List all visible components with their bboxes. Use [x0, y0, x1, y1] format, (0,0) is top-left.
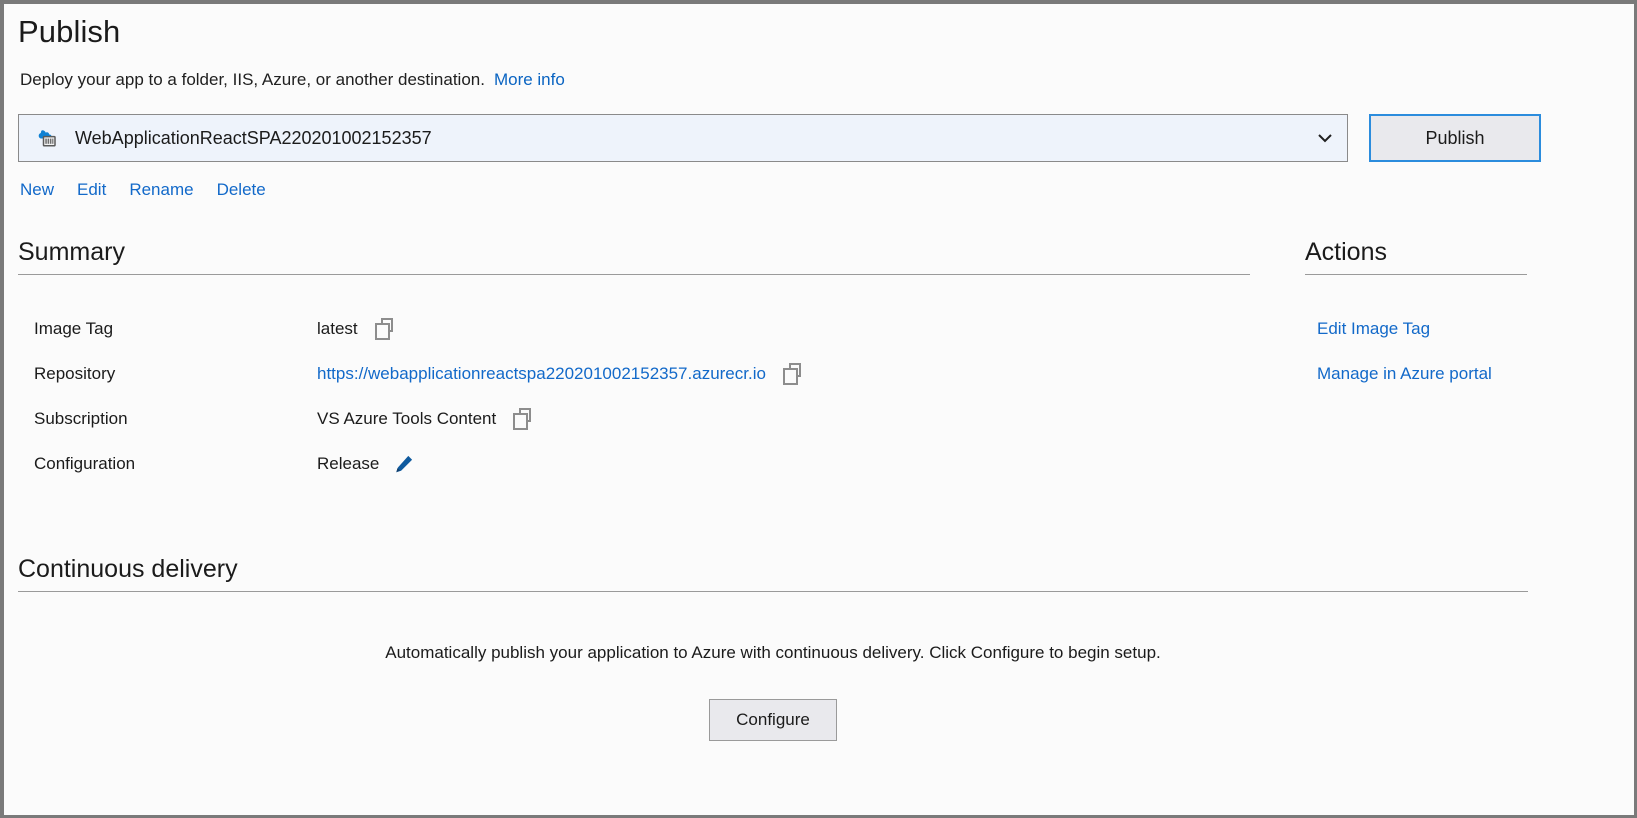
publish-pane: Publish Deploy your app to a folder, IIS… [4, 4, 1634, 815]
summary-row-configuration: Configuration Release [34, 451, 1234, 496]
summary-row-image-tag: Image Tag latest [34, 316, 1234, 361]
page-title: Publish [18, 14, 121, 49]
summary-label-image-tag: Image Tag [34, 319, 114, 338]
delete-profile-link[interactable]: Delete [217, 180, 266, 200]
rename-profile-link[interactable]: Rename [129, 180, 193, 200]
summary-value-repository: https://webapplicationreactspa2202010021… [317, 361, 803, 387]
profile-selector-row: WebApplicationReactSPA220201002152357 Pu… [18, 114, 1541, 164]
image-tag-value: latest [317, 319, 358, 338]
summary-label-configuration: Configuration [34, 454, 136, 473]
summary-section-header: Summary [18, 236, 1250, 275]
summary-label-subscription: Subscription [34, 409, 128, 428]
subscription-value: VS Azure Tools Content [317, 409, 497, 428]
copy-icon[interactable] [782, 363, 803, 385]
publish-profile-value: WebApplicationReactSPA220201002152357 [75, 127, 432, 148]
copy-icon-front [782, 368, 798, 385]
publish-profile-dropdown[interactable]: WebApplicationReactSPA220201002152357 [18, 114, 1348, 162]
chevron-down-icon[interactable] [1315, 128, 1335, 148]
manage-in-azure-portal-action[interactable]: Manage in Azure portal [1317, 361, 1617, 406]
repository-url-link[interactable]: https://webapplicationreactspa2202010021… [317, 361, 766, 387]
profile-action-links: New Edit Rename Delete [20, 180, 266, 200]
continuous-delivery-section-header: Continuous delivery [18, 553, 1528, 592]
summary-value-image-tag: latest [317, 316, 395, 342]
copy-icon[interactable] [374, 318, 395, 340]
continuous-delivery-description: Automatically publish your application t… [385, 643, 1161, 662]
actions-list: Edit Image Tag Manage in Azure portal [1317, 316, 1617, 406]
continuous-delivery-heading: Continuous delivery [18, 555, 238, 583]
edit-profile-link[interactable]: Edit [77, 180, 106, 200]
continuous-delivery-divider [18, 591, 1528, 592]
actions-divider [1305, 274, 1527, 275]
copy-icon[interactable] [513, 408, 533, 430]
subtitle-text: Deploy your app to a folder, IIS, Azure,… [20, 70, 485, 89]
copy-icon-front [374, 323, 390, 340]
edit-image-tag-action[interactable]: Edit Image Tag [1317, 316, 1617, 361]
azure-container-registry-icon [35, 125, 61, 151]
page-subtitle: Deploy your app to a folder, IIS, Azure,… [20, 68, 565, 92]
summary-row-repository: Repository https://webapplicationreactsp… [34, 361, 1234, 406]
summary-row-subscription: Subscription VS Azure Tools Content [34, 406, 1234, 451]
continuous-delivery-body: Automatically publish your application t… [18, 604, 1528, 741]
more-info-link[interactable]: More info [494, 70, 565, 89]
configure-button[interactable]: Configure [709, 699, 837, 741]
configuration-value: Release [317, 454, 380, 473]
summary-heading: Summary [18, 238, 125, 266]
actions-section-header: Actions [1305, 236, 1527, 275]
summary-divider [18, 274, 1250, 275]
new-profile-link[interactable]: New [20, 180, 54, 200]
pencil-icon[interactable] [393, 453, 415, 475]
publish-button[interactable]: Publish [1369, 114, 1541, 162]
actions-heading: Actions [1305, 238, 1387, 266]
publish-window: Publish Deploy your app to a folder, IIS… [0, 0, 1637, 818]
summary-value-configuration: Release [317, 451, 415, 477]
summary-table: Image Tag latest Repository https://weba… [34, 316, 1234, 496]
copy-icon-front [513, 413, 529, 430]
summary-label-repository: Repository [34, 364, 116, 383]
summary-value-subscription: VS Azure Tools Content [317, 406, 533, 432]
